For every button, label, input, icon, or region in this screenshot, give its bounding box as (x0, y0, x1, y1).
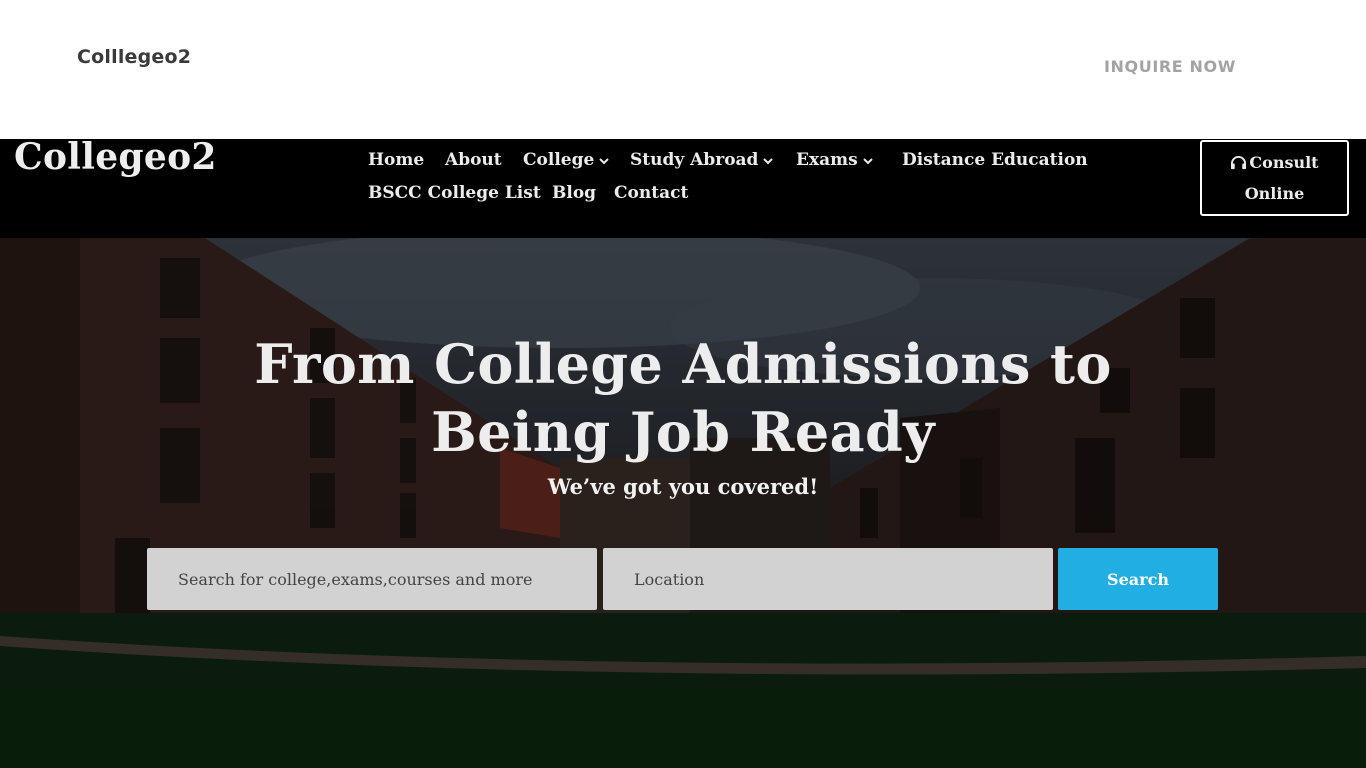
nav-about[interactable]: About (445, 150, 502, 170)
chevron-down-icon (599, 157, 610, 164)
nav-exams[interactable]: Exams (796, 150, 874, 170)
nav-bscc-label: BSCC College List (368, 183, 541, 203)
nav-college-label: College (523, 150, 595, 170)
consult-label: Consult (1249, 153, 1319, 172)
location-input[interactable] (603, 548, 1053, 610)
nav-blog[interactable]: Blog (552, 183, 596, 203)
nav-bscc-college-list[interactable]: BSCC College List (368, 183, 541, 203)
consult-online-button[interactable]: Consult Online (1200, 140, 1349, 216)
headphones-icon (1231, 155, 1247, 170)
nav-distance-education[interactable]: Distance Education (902, 150, 1088, 170)
nav-study-abroad[interactable]: Study Abroad (630, 150, 774, 170)
nav-blog-label: Blog (552, 183, 597, 203)
hero-title-line2: Being Job Ready (431, 400, 935, 464)
main-navbar: Collegeo2 Home About College Study Abroa… (0, 136, 1366, 238)
nav-home-label: Home (368, 150, 425, 170)
site-logo[interactable]: Collegeo2 (14, 136, 217, 178)
search-button[interactable]: Search (1058, 548, 1218, 610)
hero-title: From College Admissions to Being Job Rea… (0, 330, 1366, 466)
nav-contact[interactable]: Contact (614, 183, 688, 203)
nav-home[interactable]: Home (368, 150, 424, 170)
nav-study-abroad-label: Study Abroad (630, 150, 759, 170)
hero-title-line1: From College Admissions to (254, 332, 1112, 396)
hero-section: From College Admissions to Being Job Rea… (0, 238, 1366, 768)
inquire-now-link[interactable]: INQUIRE NOW (1104, 57, 1236, 76)
chevron-down-icon (862, 157, 873, 164)
nav-exams-label: Exams (796, 150, 858, 170)
top-brand[interactable]: Colllegeo2 (77, 46, 191, 68)
nav-distance-education-label: Distance Education (902, 150, 1088, 170)
campus-background-image (0, 238, 1366, 768)
consult-line2: Online (1244, 184, 1305, 203)
nav-college[interactable]: College (523, 150, 610, 170)
top-bar: Colllegeo2 INQUIRE NOW (0, 0, 1366, 139)
nav-contact-label: Contact (614, 183, 689, 203)
nav-about-label: About (445, 150, 502, 170)
consult-line1: Consult (1202, 147, 1347, 178)
college-search-input[interactable] (147, 548, 597, 610)
hero-subtitle: We’ve got you covered! (547, 474, 819, 499)
chevron-down-icon (763, 157, 774, 164)
